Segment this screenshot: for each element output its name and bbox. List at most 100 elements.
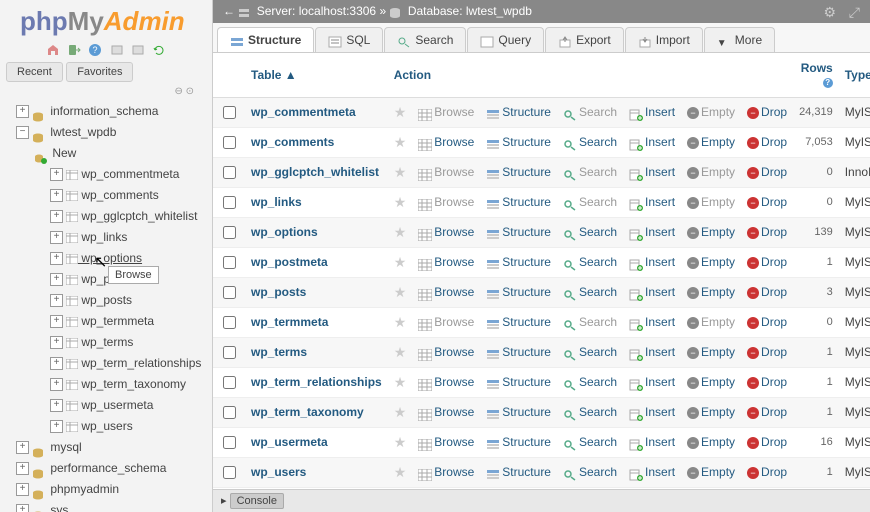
tab-more[interactable]: ▼More [704, 27, 775, 52]
row-checkbox[interactable] [223, 136, 236, 149]
action-structure[interactable]: Structure [486, 195, 551, 209]
row-checkbox[interactable] [223, 406, 236, 419]
action-empty[interactable]: −Empty [687, 285, 735, 299]
action-browse[interactable]: Browse [418, 195, 474, 209]
action-browse[interactable]: Browse [418, 465, 474, 479]
action-search[interactable]: Search [563, 195, 617, 209]
row-checkbox[interactable] [223, 226, 236, 239]
action-insert[interactable]: Insert [629, 105, 675, 119]
table-name[interactable]: wp_gglcptch_whitelist [245, 157, 388, 187]
favorite-star[interactable]: ★ [394, 164, 407, 180]
action-drop[interactable]: −Drop [747, 405, 787, 419]
action-browse[interactable]: Browse [418, 225, 474, 239]
favorite-star[interactable]: ★ [394, 254, 407, 270]
action-drop[interactable]: −Drop [747, 225, 787, 239]
expand-icon[interactable]: + [50, 378, 63, 391]
action-insert[interactable]: Insert [629, 345, 675, 359]
new-table[interactable]: New [8, 143, 208, 164]
col-type[interactable]: Type [839, 53, 870, 98]
action-insert[interactable]: Insert [629, 465, 675, 479]
favorite-star[interactable]: ★ [394, 194, 407, 210]
tab-sql[interactable]: SQL [315, 27, 383, 52]
home-icon[interactable] [46, 42, 60, 56]
row-checkbox[interactable] [223, 316, 236, 329]
col-table[interactable]: Table ▲ [245, 53, 388, 98]
action-insert[interactable]: Insert [629, 435, 675, 449]
expand-icon[interactable]: + [50, 420, 63, 433]
table-name[interactable]: wp_users [245, 457, 388, 487]
action-structure[interactable]: Structure [486, 135, 551, 149]
expand-icon[interactable]: + [50, 399, 63, 412]
action-drop[interactable]: −Drop [747, 375, 787, 389]
row-checkbox[interactable] [223, 436, 236, 449]
favorite-star[interactable]: ★ [394, 404, 407, 420]
db-node[interactable]: + phpmyadmin [8, 479, 208, 500]
table-name[interactable]: wp_terms [245, 337, 388, 367]
expand-icon[interactable]: + [50, 252, 63, 265]
action-insert[interactable]: Insert [629, 255, 675, 269]
row-checkbox[interactable] [223, 376, 236, 389]
action-browse[interactable]: Browse [418, 435, 474, 449]
action-empty[interactable]: −Empty [687, 255, 735, 269]
action-search[interactable]: Search [563, 165, 617, 179]
breadcrumb-db[interactable]: lwtest_wpdb [466, 4, 532, 18]
action-insert[interactable]: Insert [629, 165, 675, 179]
action-structure[interactable]: Structure [486, 165, 551, 179]
action-structure[interactable]: Structure [486, 345, 551, 359]
action-search[interactable]: Search [563, 405, 617, 419]
row-checkbox[interactable] [223, 466, 236, 479]
action-drop[interactable]: −Drop [747, 315, 787, 329]
console-toggle[interactable]: Console [230, 493, 284, 509]
expand-icon[interactable]: + [50, 357, 63, 370]
action-insert[interactable]: Insert [629, 195, 675, 209]
row-checkbox[interactable] [223, 346, 236, 359]
action-search[interactable]: Search [563, 255, 617, 269]
action-search[interactable]: Search [563, 465, 617, 479]
expand-icon[interactable]: + [16, 441, 29, 454]
table-node[interactable]: + wp_comments [8, 185, 208, 206]
action-drop[interactable]: −Drop [747, 195, 787, 209]
db-node[interactable]: + sys [8, 500, 208, 512]
tab-recent[interactable]: Recent [6, 62, 63, 82]
row-checkbox[interactable] [223, 286, 236, 299]
action-search[interactable]: Search [563, 135, 617, 149]
action-browse[interactable]: Browse [418, 135, 474, 149]
action-insert[interactable]: Insert [629, 285, 675, 299]
action-search[interactable]: Search [563, 435, 617, 449]
action-structure[interactable]: Structure [486, 405, 551, 419]
expand-icon[interactable]: + [16, 105, 29, 118]
row-checkbox[interactable] [223, 256, 236, 269]
table-name[interactable]: wp_options [245, 217, 388, 247]
action-browse[interactable]: Browse [418, 285, 474, 299]
action-browse[interactable]: Browse [418, 345, 474, 359]
action-empty[interactable]: −Empty [687, 345, 735, 359]
expand-icon[interactable]: + [50, 315, 63, 328]
action-drop[interactable]: −Drop [747, 285, 787, 299]
action-drop[interactable]: −Drop [747, 345, 787, 359]
action-search[interactable]: Search [563, 285, 617, 299]
table-name[interactable]: wp_term_relationships [245, 367, 388, 397]
action-empty[interactable]: −Empty [687, 135, 735, 149]
page-exit-icon[interactable]: ⤢ [849, 4, 860, 21]
action-structure[interactable]: Structure [486, 435, 551, 449]
row-checkbox[interactable] [223, 196, 236, 209]
action-structure[interactable]: Structure [486, 375, 551, 389]
expand-icon[interactable]: + [50, 210, 63, 223]
expand-icon[interactable]: + [50, 273, 63, 286]
action-empty[interactable]: −Empty [687, 105, 735, 119]
action-empty[interactable]: −Empty [687, 405, 735, 419]
action-structure[interactable]: Structure [486, 465, 551, 479]
favorite-star[interactable]: ★ [394, 434, 407, 450]
table-name[interactable]: wp_term_taxonomy [245, 397, 388, 427]
table-name[interactable]: wp_usermeta [245, 427, 388, 457]
table-name[interactable]: wp_postmeta [245, 247, 388, 277]
breadcrumb-server[interactable]: localhost:3306 [299, 4, 376, 18]
row-checkbox[interactable] [223, 166, 236, 179]
favorite-star[interactable]: ★ [394, 464, 407, 480]
exit-icon[interactable] [67, 42, 81, 56]
docs-icon[interactable]: ? [88, 42, 102, 56]
table-node[interactable]: + wp_posts [8, 290, 208, 311]
tab-import[interactable]: Import [625, 27, 703, 52]
db-node[interactable]: + mysql [8, 437, 208, 458]
table-name[interactable]: wp_comments [245, 127, 388, 157]
